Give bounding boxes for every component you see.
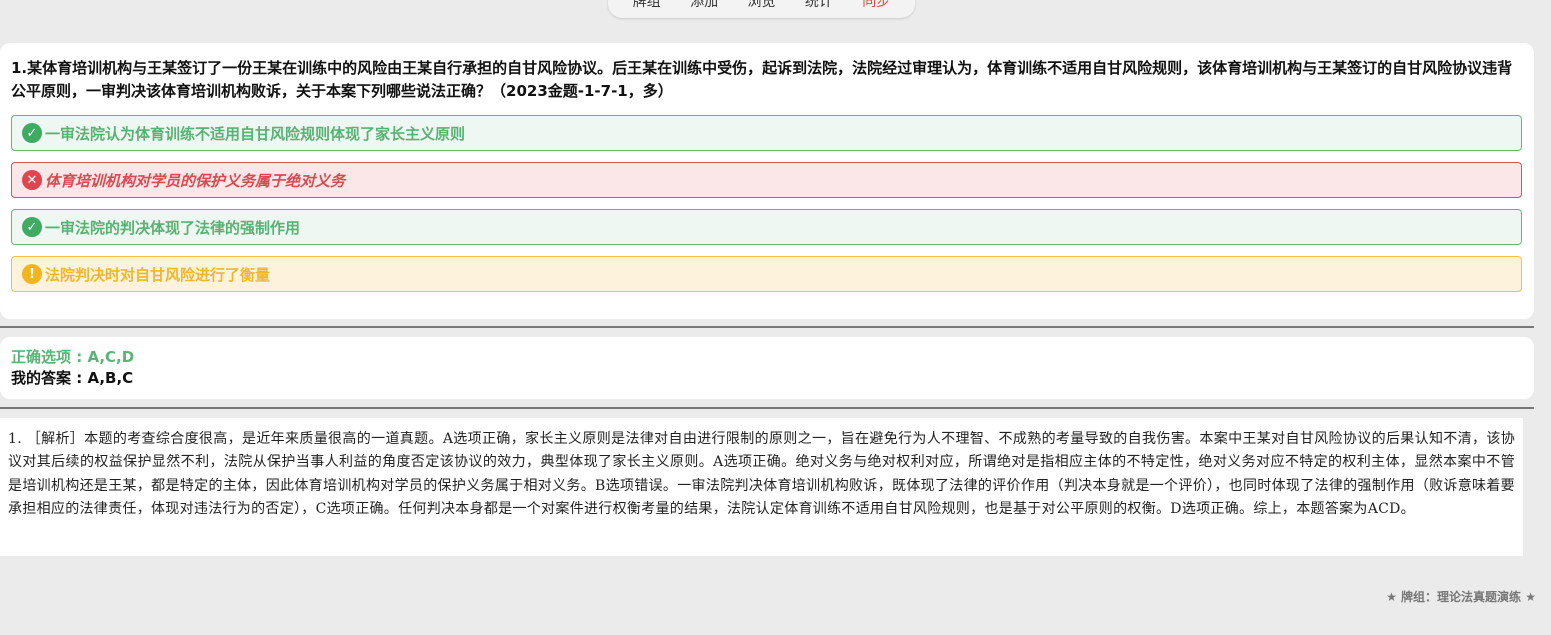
deck-footer: ★ 牌组：理论法真题演练 ★ <box>1386 590 1536 604</box>
option-label: 一审法院的判决体现了法律的强制作用 <box>45 218 301 237</box>
exclamation-circle-icon: ! <box>22 264 42 284</box>
option-d[interactable]: ! 法院判决时对自甘风险进行了衡量 <box>11 256 1522 292</box>
correct-answer: 正确选项 : A,C,D <box>11 348 135 366</box>
option-label: 法院判决时对自甘风险进行了衡量 <box>45 265 271 284</box>
nav-add[interactable]: 添加 <box>690 0 718 12</box>
option-label: 体育培训机构对学员的保护义务属于绝对义务 <box>45 171 346 190</box>
divider <box>0 407 1534 409</box>
option-b[interactable]: ✕ 体育培训机构对学员的保护义务属于绝对义务 <box>11 162 1522 198</box>
x-circle-icon: ✕ <box>22 170 42 190</box>
top-nav: 牌组 添加 浏览 统计 同步 <box>608 0 915 18</box>
nav-decks[interactable]: 牌组 <box>633 0 661 12</box>
nav-sync[interactable]: 同步 <box>862 0 890 12</box>
check-circle-icon: ✓ <box>22 217 42 237</box>
check-circle-icon: ✓ <box>22 123 42 143</box>
explanation-text: 1. ［解析］本题的考查综合度很高，是近年来质量很高的一道真题。A选项正确，家长… <box>0 418 1523 556</box>
divider <box>0 326 1534 328</box>
option-label: 一审法院认为体育训练不适用自甘风险规则体现了家长主义原则 <box>45 124 466 143</box>
answer-card: 正确选项 : A,C,D 我的答案 : A,B,C <box>0 337 1534 399</box>
nav-stats[interactable]: 统计 <box>805 0 833 12</box>
question-text: 1.某体育培训机构与王某签订了一份王某在训练中的风险由王某自行承担的自甘风险协议… <box>11 59 1513 100</box>
my-answer: 我的答案 : A,B,C <box>11 369 134 387</box>
question-card: 1.某体育培训机构与王某签订了一份王某在训练中的风险由王某自行承担的自甘风险协议… <box>0 43 1534 319</box>
nav-browse[interactable]: 浏览 <box>747 0 775 12</box>
option-a[interactable]: ✓ 一审法院认为体育训练不适用自甘风险规则体现了家长主义原则 <box>11 115 1522 151</box>
option-c[interactable]: ✓ 一审法院的判决体现了法律的强制作用 <box>11 209 1522 245</box>
